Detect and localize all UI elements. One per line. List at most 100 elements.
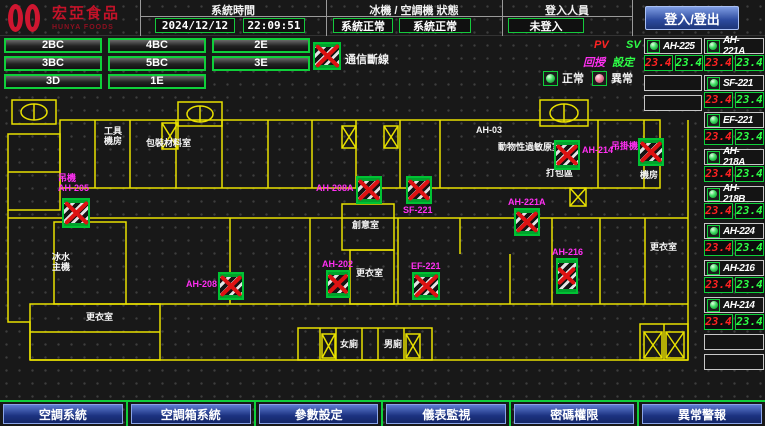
floor-button-1e[interactable]: 1E (108, 74, 206, 89)
nav-cell: 密碼權限 (511, 402, 639, 426)
normal-lamp-icon (543, 71, 558, 86)
system-date-value: 2024/12/12 (155, 18, 235, 33)
nav-cell: 儀表監視 (383, 402, 511, 426)
unit-sv-value: 23.4 (735, 277, 764, 293)
ahu-comm-loss-icon-吊掛機[interactable] (638, 138, 664, 166)
nav-button-0[interactable]: 空調系統 (3, 404, 123, 424)
room-label: 冰水 主機 (52, 252, 70, 273)
nav-button-1[interactable]: 空調箱系統 (131, 404, 251, 424)
nav-button-3[interactable]: 儀表監視 (386, 404, 506, 424)
floor-button-3e[interactable]: 3E (212, 56, 310, 71)
unit-pv-value: 23.4 (704, 92, 733, 108)
ahu-comm-loss-icon-EF-221[interactable] (412, 272, 440, 300)
ahu-comm-loss-icon-AH-216[interactable] (556, 258, 578, 294)
ahu-label: SF-221 (403, 206, 433, 216)
ahu-comm-loss-icon-AH-221A[interactable] (514, 208, 540, 236)
unit-name-label: AH-225 (663, 41, 694, 52)
unit-AH-214: AH-21423.423.4 (704, 297, 764, 330)
room-label: 女廁 (340, 339, 358, 349)
unit-status-lamp-icon (707, 77, 720, 90)
floor-button-3d[interactable]: 3D (4, 74, 102, 89)
unit-pv-value: 23.4 (704, 129, 733, 145)
unit-name-label: SF-221 (723, 78, 753, 89)
logo-title: 宏亞食品 (52, 6, 120, 21)
ahu-comm-loss-icon-AH-208[interactable] (218, 272, 244, 300)
unit-EF-221: EF-221 23.423.4 (704, 112, 764, 145)
unit-name-label: AH-214 (723, 300, 754, 311)
ahu-comm-loss-icon-AH-214[interactable] (554, 140, 580, 170)
logo-icon (6, 3, 46, 33)
floor-button-4bc[interactable]: 4BC (108, 38, 206, 53)
room-label: 工具 機房 (104, 126, 122, 147)
ahu-label: EF-221 (411, 262, 441, 272)
ahu-comm-loss-icon-AH-202[interactable] (326, 270, 350, 298)
machine-status-label: 冰機 / 空調機 狀態 (326, 2, 502, 18)
floor-button-3bc[interactable]: 3BC (4, 56, 102, 71)
unit-status-lamp-icon (707, 114, 720, 127)
unit-name-button[interactable]: AH-218B (704, 186, 764, 202)
unit-AH-221A: AH-221A23.423.4 (704, 38, 764, 71)
room-label: 男廁 (384, 339, 402, 349)
ahu-label: AH-202 (322, 260, 353, 270)
unit-status-lamp-icon (707, 188, 720, 201)
pv-cn-label: 回授 (583, 54, 605, 70)
unit-name-button[interactable]: SF-221 (704, 75, 764, 91)
nav-cell: 參數設定 (256, 402, 384, 426)
nav-button-5[interactable]: 異常警報 (642, 404, 762, 424)
login-logout-button[interactable]: 登入/登出 (645, 6, 739, 30)
ahu-comm-loss-icon-AH-208A[interactable] (356, 176, 382, 204)
unit-name-button[interactable]: AH-216 (704, 260, 764, 276)
unit-AH-218A: AH-218A23.423.4 (704, 149, 764, 182)
room-label: 包裝材料室 (146, 138, 191, 148)
unit-name-button[interactable]: AH-221A (704, 38, 764, 54)
room-label: 更衣室 (86, 312, 113, 322)
sv-cn-label: 設定 (612, 54, 634, 70)
unit-name-button[interactable]: EF-221 (704, 112, 764, 128)
ahu-comm-loss-icon-SF-221[interactable] (406, 176, 432, 204)
nav-cell: 空調系統 (0, 402, 128, 426)
unit-name-button[interactable]: AH-224 (704, 223, 764, 239)
room-label: 動物性過敏原室 (498, 142, 561, 152)
chiller-status-value: 系統正常 (333, 18, 393, 33)
room-label: 創意室 (352, 220, 379, 230)
login-person-label: 登入人員 (502, 2, 632, 18)
shaft-icons (162, 123, 684, 358)
floor-button-5bc[interactable]: 5BC (108, 56, 206, 71)
unit-pv-value: 23.4 (704, 203, 733, 219)
empty-unit-slot (644, 95, 702, 111)
floorplan: 工具 機房包裝材料室AH-03動物性過敏原室打包區機房創意室更衣室冰水 主機更衣… (0, 92, 700, 400)
unit-col-right: AH-221A23.423.4SF-22123.423.4EF-22123.42… (704, 38, 764, 370)
unit-status-lamp-icon (707, 151, 720, 164)
system-time-label: 系統時間 (140, 2, 326, 18)
unit-sv-value: 23.4 (735, 203, 764, 219)
empty-unit-slot (704, 354, 764, 370)
unit-col-left: AH-22523.423.4 (644, 38, 702, 111)
pv-header-label: PV (594, 39, 609, 51)
empty-unit-slot (644, 75, 702, 91)
ahu-label: AH-214 (582, 146, 613, 156)
comm-loss-legend-icon (313, 42, 341, 70)
unit-name-label: AH-224 (723, 226, 754, 237)
unit-sv-value: 23.4 (735, 55, 764, 71)
ahu-status-value: 系統正常 (399, 18, 471, 33)
unit-pv-value: 23.4 (704, 55, 733, 71)
unit-name-button[interactable]: AH-214 (704, 297, 764, 313)
room-label: 機房 (640, 170, 658, 180)
unit-name-label: EF-221 (723, 115, 753, 126)
unit-AH-225: AH-22523.423.4 (644, 38, 702, 71)
nav-button-2[interactable]: 參數設定 (259, 404, 379, 424)
unit-name-button[interactable]: AH-225 (644, 38, 702, 54)
ahu-comm-loss-icon-吊機-AH-205[interactable] (62, 198, 90, 228)
floor-button-2bc[interactable]: 2BC (4, 38, 102, 53)
unit-AH-218B: AH-218B23.423.4 (704, 186, 764, 219)
floor-button-2e[interactable]: 2E (212, 38, 310, 53)
unit-name-label: AH-218B (723, 183, 761, 205)
unit-sv-value: 23.4 (735, 129, 764, 145)
system-time-value: 22:09:51 (243, 18, 305, 33)
unit-name-label: AH-218A (723, 146, 761, 168)
unit-name-button[interactable]: AH-218A (704, 149, 764, 165)
unit-SF-221: SF-22123.423.4 (704, 75, 764, 108)
nav-button-4[interactable]: 密碼權限 (514, 404, 634, 424)
unit-status-lamp-icon (707, 262, 720, 275)
unit-status-lamp-icon (707, 40, 720, 53)
